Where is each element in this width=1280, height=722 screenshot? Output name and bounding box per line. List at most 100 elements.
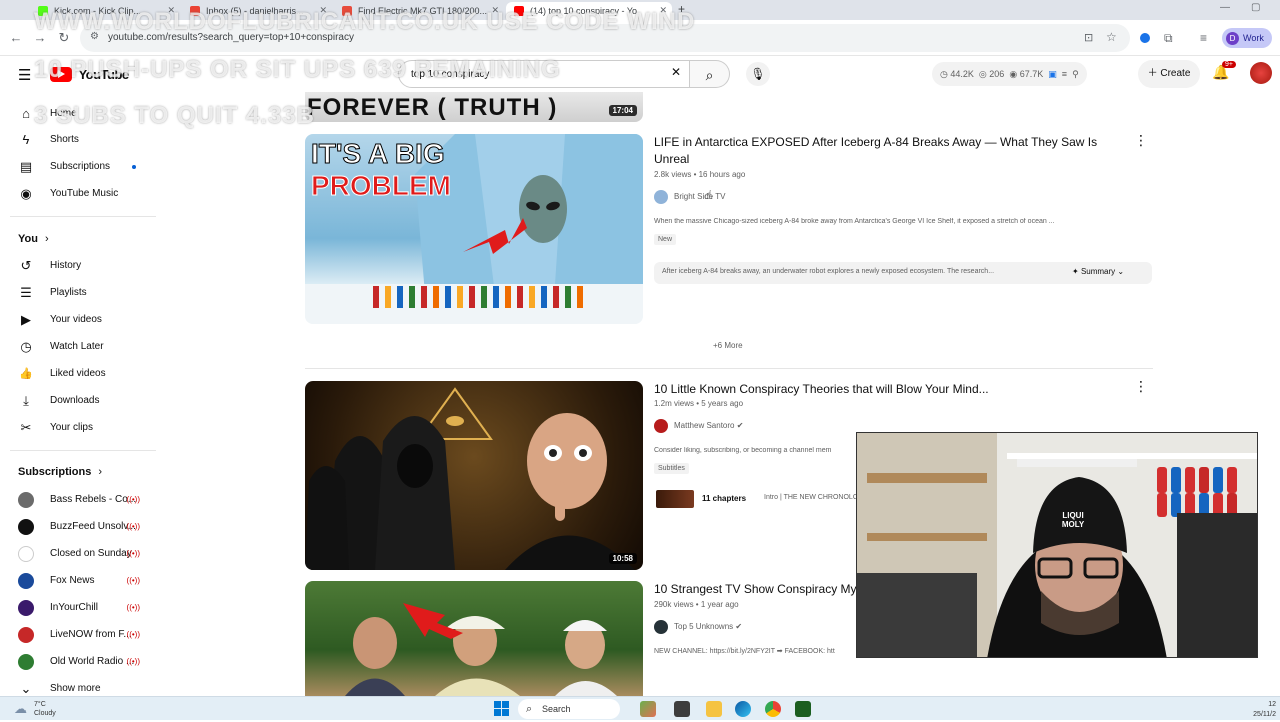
app-icon[interactable]	[640, 701, 656, 717]
task-view-icon[interactable]	[674, 701, 690, 717]
sidebar-item-shorts[interactable]: ϟ Shorts	[10, 128, 156, 152]
address-bar[interactable]: ⚙ youtube.com/results?search_query=top+1…	[80, 24, 1130, 52]
search-icon: ⌕	[526, 703, 533, 715]
video-title[interactable]: 10 Strangest TV Show Conspiracy My	[654, 581, 856, 598]
back-icon[interactable]: ←	[6, 28, 26, 48]
chrome-icon[interactable]	[765, 701, 781, 717]
search-button[interactable]: ⌕	[690, 60, 730, 88]
close-icon[interactable]: ✕	[319, 5, 327, 16]
channel-label: LiveNOW from F...	[50, 629, 132, 640]
file-explorer-icon[interactable]	[706, 701, 722, 717]
sidebar-item-downloads[interactable]: ⤓ Downloads	[10, 389, 156, 413]
chapter-text: Intro | THE NEW CHRONOLOG	[764, 494, 864, 501]
site-info-icon[interactable]: ⚙	[90, 31, 99, 42]
subscription-item[interactable]: Fox News ((•))	[10, 569, 156, 593]
filter-icon: ⚲	[1072, 69, 1079, 79]
channel-label: Fox News	[50, 575, 95, 586]
subscription-item[interactable]: LiveNOW from F... ((•))	[10, 623, 156, 647]
weather-widget[interactable]: 7°C Cloudy	[34, 700, 56, 718]
subscription-item[interactable]: BuzzFeed Unsolv... ((•))	[10, 515, 156, 539]
channel-link[interactable]: Matthew Santoro ✔	[654, 419, 743, 433]
subscription-item[interactable]: Bass Rebels - Co... ((•))	[10, 488, 156, 512]
maximize-icon[interactable]: ▢	[1251, 2, 1260, 13]
account-avatar[interactable]	[1250, 62, 1272, 84]
close-icon[interactable]: ✕	[167, 5, 175, 16]
sidebar-item-label: Watch Later	[50, 341, 104, 352]
channel-link[interactable]: Top 5 Unknowns ✔	[654, 620, 742, 634]
taskbar-clock[interactable]: 12 25/11/2	[1253, 700, 1276, 720]
show-more-button[interactable]: ⌄ Show more	[10, 677, 156, 696]
edge-icon[interactable]	[735, 701, 751, 717]
browser-tab[interactable]: Inbox (5) - danielharris... ✕	[182, 2, 332, 20]
bookmark-star-icon[interactable]: ☆	[1106, 30, 1117, 44]
channel-label: BuzzFeed Unsolv...	[50, 521, 136, 532]
sidebar-item-home[interactable]: ⌂ Home	[10, 102, 156, 126]
ai-summary-bar[interactable]: After iceberg A-84 breaks away, an under…	[654, 262, 1152, 284]
profile-button[interactable]: D Work	[1222, 28, 1272, 48]
weather-temp: 7°C	[34, 701, 46, 708]
subscriptions-section-header[interactable]: Subscriptions ›	[18, 466, 102, 478]
browser-tab[interactable]: Find Electric Mk7 GTI 180/200... ✕	[334, 2, 504, 20]
tab-label: Kick.com - Kick Clip...	[54, 6, 142, 16]
sidebar-item-your-videos[interactable]: ▶ Your videos	[10, 308, 156, 332]
reload-icon[interactable]: ↻	[54, 28, 74, 48]
more-actions-icon[interactable]: ⋮	[1134, 132, 1148, 149]
subscription-item[interactable]: Old World Radio ... ((•))	[10, 650, 156, 674]
voice-search-icon[interactable]: 🎙	[746, 62, 770, 86]
you-section-header[interactable]: You ›	[18, 233, 49, 245]
browser-tab[interactable]: Kick.com - Kick Clip... ✕	[30, 2, 180, 20]
sparkle-icon: ✦	[1072, 267, 1079, 276]
profile-avatar: D	[1226, 32, 1239, 46]
close-icon[interactable]: ✕	[659, 5, 667, 16]
taskbar-search[interactable]: ⌕ Search	[518, 699, 620, 719]
sidebar-item-watch-later[interactable]: ◷ Watch Later	[10, 335, 156, 359]
search-icon: ⌕	[705, 67, 714, 83]
reading-list-icon[interactable]: ≡	[1200, 31, 1207, 45]
youtube-logo[interactable]: YouTube	[50, 66, 129, 83]
sidebar-item-youtube-music[interactable]: ◉ YouTube Music	[10, 182, 156, 206]
live-icon: ((•))	[126, 603, 140, 612]
video-title[interactable]: 10 Little Known Conspiracy Theories that…	[654, 381, 1120, 398]
close-icon[interactable]: ✕	[491, 5, 499, 16]
sidebar-item-liked-videos[interactable]: 👍 Liked videos	[10, 362, 156, 386]
video-thumbnail-previous[interactable]: FOREVER ( TRUTH ) 17:04	[305, 92, 643, 122]
windows-start-icon[interactable]	[494, 701, 510, 717]
more-results-link[interactable]: +6 More	[713, 341, 743, 350]
channel-link[interactable]: Bright Side TV	[654, 190, 725, 204]
create-button[interactable]: ＋ Create	[1138, 60, 1200, 88]
sidebar-item-playlists[interactable]: ☰ Playlists	[10, 281, 156, 305]
history-icon: ↺	[20, 258, 32, 273]
video-thumbnail[interactable]	[305, 581, 643, 696]
divider	[305, 368, 1153, 369]
extension-stats[interactable]: ◷ 44.2K ◎ 206 ◉ 67.7K ▣ ≡ ⚲	[932, 62, 1087, 86]
extension-icon[interactable]	[1140, 33, 1150, 43]
search-input[interactable]	[411, 66, 661, 82]
sidebar-item-your-clips[interactable]: ✂ Your clips	[10, 416, 156, 440]
thumbnail-art	[345, 603, 617, 696]
summary-button[interactable]: ✦ Summary ⌄	[1072, 267, 1124, 276]
subscription-item[interactable]: Closed on Sunday ((•))	[10, 542, 156, 566]
video-thumbnail[interactable]: 10:58	[305, 381, 643, 570]
plus-icon: ＋	[1147, 68, 1158, 79]
extensions-puzzle-icon[interactable]: ⧉	[1164, 31, 1173, 46]
sidebar-item-subscriptions[interactable]: ▤ Subscriptions	[10, 155, 156, 179]
video-title[interactable]: LIFE in Antarctica EXPOSED After Iceberg…	[654, 134, 1120, 168]
subscription-item[interactable]: InYourChill ((•))	[10, 596, 156, 620]
new-tab-button[interactable]: +	[678, 2, 685, 16]
forward-icon[interactable]: →	[30, 28, 50, 48]
live-icon: ((•))	[126, 549, 140, 558]
app-icon[interactable]	[795, 701, 811, 717]
summary-label: Summary	[1080, 267, 1116, 276]
sidebar-item-history[interactable]: ↺ History	[10, 254, 156, 278]
video-thumbnail[interactable]: IT'S A BIG PROBLEM	[305, 134, 643, 324]
views-icon: ◷	[940, 69, 948, 79]
video-meta: 1.2m views • 5 years ago	[654, 399, 744, 408]
more-actions-icon[interactable]: ⋮	[1134, 378, 1148, 395]
install-app-icon[interactable]: ⊡	[1084, 31, 1093, 44]
menu-hamburger-icon[interactable]: ☰	[18, 66, 31, 84]
minimize-icon[interactable]: —	[1220, 2, 1230, 13]
webcam-overlay: LIQUI MOLY	[856, 432, 1258, 658]
browser-tab-active[interactable]: (14) top 10 conspiracy - Yo ✕	[506, 2, 672, 20]
clear-search-icon[interactable]: ✕	[671, 65, 681, 79]
chapters-row[interactable]: 11 chapters Intro | THE NEW CHRONOLOG	[654, 488, 864, 510]
